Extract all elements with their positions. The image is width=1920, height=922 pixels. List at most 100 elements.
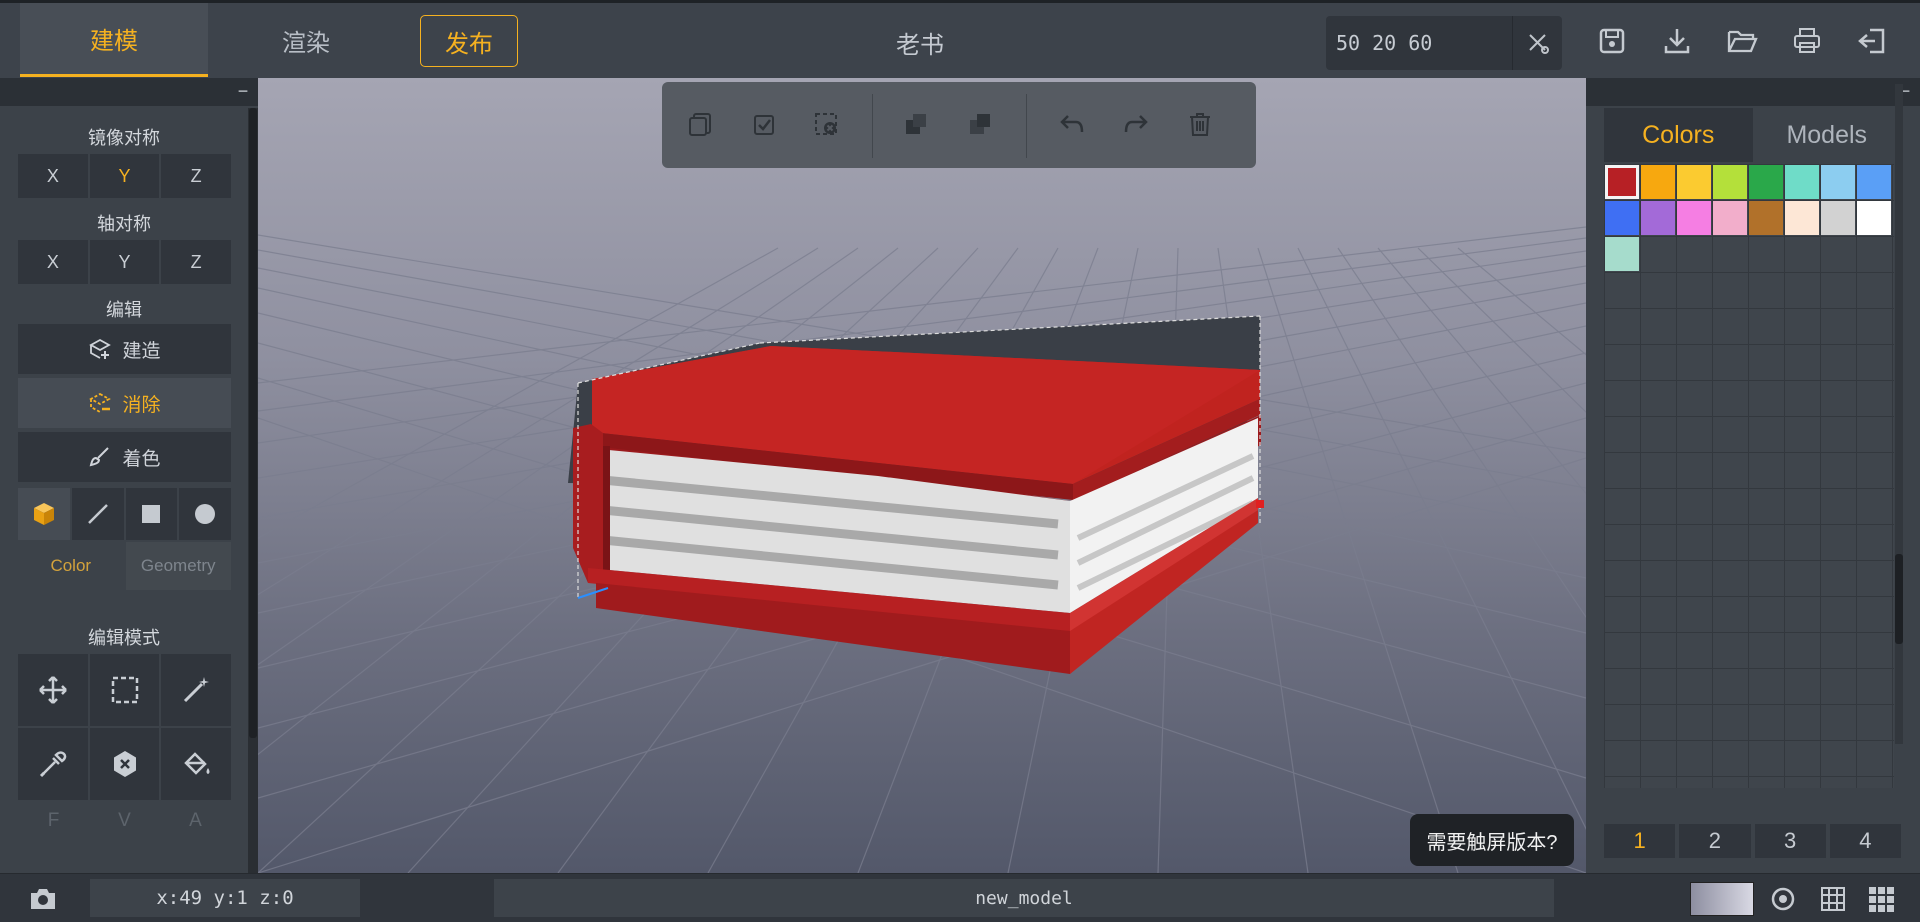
color-swatch[interactable] — [1857, 201, 1891, 235]
shape-subtabs: Color Geometry — [18, 542, 231, 590]
color-swatch[interactable] — [1821, 201, 1855, 235]
undo-button[interactable] — [1048, 100, 1096, 148]
color-swatch[interactable] — [1641, 201, 1675, 235]
right-scrollbar[interactable] — [1895, 84, 1903, 744]
color-swatch[interactable] — [1713, 201, 1747, 235]
select-box-icon — [111, 676, 138, 704]
magic-wand-button[interactable] — [161, 654, 232, 726]
subtab-color[interactable]: Color — [18, 542, 124, 590]
shape-square-button[interactable] — [125, 488, 178, 540]
screenshot-button[interactable] — [28, 884, 58, 914]
color-swatch[interactable] — [1677, 201, 1711, 235]
trash-icon — [1190, 113, 1210, 136]
remove-tool-button[interactable] — [89, 728, 160, 800]
toggle-grid-button[interactable] — [1818, 884, 1848, 914]
orbit-icon — [1771, 887, 1795, 911]
mode-v-button[interactable]: V — [89, 810, 160, 832]
shape-cube-button[interactable] — [18, 488, 70, 540]
mirror-y-button[interactable]: Y — [89, 154, 160, 198]
delete-button[interactable] — [1176, 100, 1224, 148]
toggle-palette-button[interactable] — [1866, 884, 1896, 914]
right-panel-header: − — [1586, 78, 1920, 106]
model-name-field[interactable]: new_model — [494, 879, 1554, 917]
palette-page-3[interactable]: 3 — [1754, 824, 1826, 858]
clear-selection-button[interactable] — [802, 100, 850, 148]
color-swatch[interactable] — [1641, 165, 1675, 199]
reset-camera-button[interactable] — [1768, 884, 1798, 914]
select-tool-button[interactable] — [89, 654, 160, 726]
mirror-z-button[interactable]: Z — [161, 154, 232, 198]
palette-page-4[interactable]: 4 — [1829, 824, 1901, 858]
magic-wand-icon — [184, 677, 210, 703]
palette-pages: 1 2 3 4 — [1604, 824, 1901, 858]
erase-button[interactable]: 消除 — [18, 378, 231, 428]
tab-publish[interactable]: 发布 — [420, 15, 518, 67]
color-palette — [1604, 164, 1894, 788]
color-swatch[interactable] — [1749, 165, 1783, 199]
open-button[interactable] — [1724, 23, 1760, 59]
axis-z-button[interactable]: Z — [161, 240, 232, 284]
shape-circle-button[interactable] — [179, 488, 231, 540]
collapse-left-icon[interactable]: − — [234, 82, 252, 101]
copy-button[interactable] — [676, 100, 724, 148]
subtract-icon — [970, 114, 990, 134]
edit-toolbar — [662, 82, 1256, 168]
tab-models[interactable]: Models — [1752, 108, 1901, 162]
top-bar: 建模 渲染 发布 老书 50 20 60 — [0, 0, 1920, 78]
crop-button[interactable] — [1512, 16, 1562, 70]
edit-mode-row-1 — [18, 654, 232, 726]
redo-button[interactable] — [1112, 100, 1160, 148]
palette-page-2[interactable]: 2 — [1679, 824, 1751, 858]
touch-version-prompt[interactable]: 需要触屏版本? — [1410, 814, 1574, 866]
color-swatch[interactable] — [1605, 165, 1639, 199]
subtab-geometry[interactable]: Geometry — [125, 542, 231, 590]
mirror-x-button[interactable]: X — [18, 154, 88, 198]
shape-line-button[interactable] — [71, 488, 124, 540]
mode-a-button[interactable]: A — [160, 810, 231, 832]
duplicate-button[interactable] — [892, 100, 940, 148]
mode-f-button[interactable]: F — [18, 810, 89, 832]
print-button[interactable] — [1789, 23, 1825, 59]
tab-colors[interactable]: Colors — [1604, 108, 1753, 162]
background-color-button[interactable] — [1690, 882, 1754, 916]
palette-page-1[interactable]: 1 — [1604, 824, 1676, 858]
scissors-icon — [1528, 34, 1549, 54]
3d-viewport[interactable] — [258, 78, 1586, 873]
fill-tool-button[interactable] — [161, 728, 232, 800]
color-swatch[interactable] — [1605, 201, 1639, 235]
undo-icon — [1060, 115, 1084, 133]
download-button[interactable] — [1659, 23, 1695, 59]
color-swatch[interactable] — [1749, 201, 1783, 235]
build-label: 建造 — [122, 340, 161, 362]
color-swatch[interactable] — [1785, 201, 1819, 235]
axis-x-button[interactable]: X — [18, 240, 88, 284]
print-icon — [1794, 28, 1820, 53]
save-button[interactable] — [1594, 23, 1630, 59]
left-panel-header: − — [0, 78, 258, 106]
color-swatch[interactable] — [1821, 165, 1855, 199]
eyedropper-tool-button[interactable] — [18, 728, 88, 800]
exit-button[interactable] — [1854, 23, 1890, 59]
paste-button[interactable] — [740, 100, 788, 148]
download-icon — [1664, 29, 1690, 54]
color-swatch[interactable] — [1605, 237, 1639, 271]
color-swatch[interactable] — [1713, 165, 1747, 199]
erase-icon — [89, 392, 112, 413]
build-button[interactable]: 建造 — [18, 324, 231, 374]
clear-selection-icon — [815, 113, 837, 135]
color-swatch[interactable] — [1785, 165, 1819, 199]
left-scrollbar[interactable] — [248, 108, 258, 873]
cube-icon — [33, 503, 54, 525]
camera-icon — [31, 889, 55, 909]
right-tabs: Colors Models — [1604, 108, 1901, 162]
color-swatch[interactable] — [1857, 165, 1891, 199]
tab-render[interactable]: 渲染 — [212, 3, 400, 77]
dimensions-field[interactable]: 50 20 60 — [1326, 31, 1512, 55]
color-swatch[interactable] — [1677, 165, 1711, 199]
paint-button[interactable]: 着色 — [18, 432, 231, 482]
axis-y-button[interactable]: Y — [89, 240, 160, 284]
tab-modeling[interactable]: 建模 — [20, 3, 208, 77]
move-tool-button[interactable] — [18, 654, 88, 726]
build-icon — [89, 338, 112, 359]
subtract-button[interactable] — [956, 100, 1004, 148]
